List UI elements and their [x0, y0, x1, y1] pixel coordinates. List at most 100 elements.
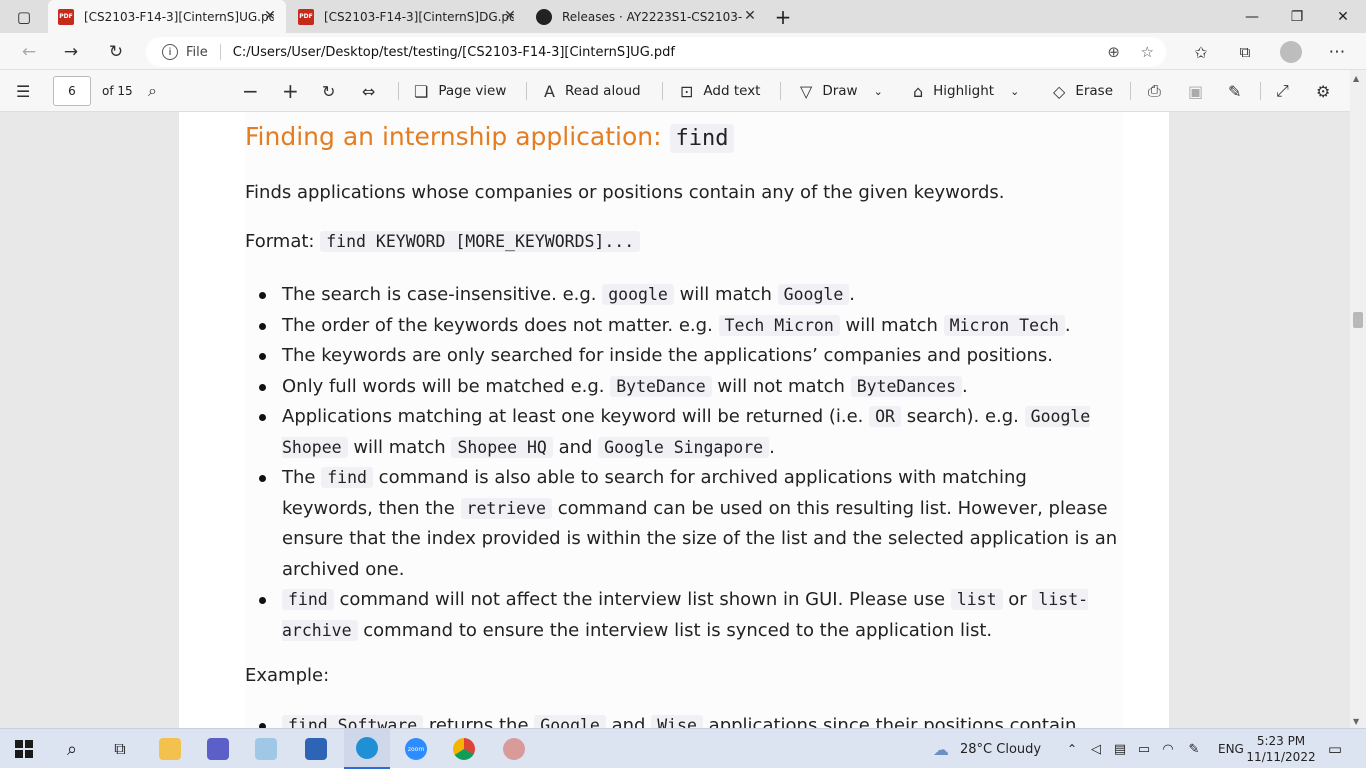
draw-button[interactable]: ▽ Draw ⌄ — [800, 70, 883, 112]
table-of-contents-icon[interactable]: ☰ — [16, 70, 40, 112]
back-button[interactable]: ← — [14, 37, 44, 67]
notification-icon[interactable]: ▭ — [1320, 729, 1350, 769]
list-item: Applications matching at least one keywo… — [245, 402, 1123, 463]
scroll-down-icon[interactable]: ▼ — [1353, 717, 1359, 726]
forward-button[interactable]: → — [56, 37, 86, 67]
example-list: find Software returns the Google and Wis… — [245, 711, 1123, 728]
chevron-down-icon[interactable]: ⌄ — [874, 85, 883, 98]
erase-button[interactable]: ◇ Erase — [1053, 70, 1113, 112]
zoom-in-icon[interactable]: + — [282, 70, 309, 112]
pen-icon[interactable]: ✎ — [1184, 729, 1204, 769]
edge-icon[interactable] — [344, 729, 390, 769]
tab-ug-pdf[interactable]: PDF [CS2103-F14-3][CinternS]UG.pdf ✕ — [48, 0, 286, 33]
zoom-icon[interactable]: ⊕ — [1107, 43, 1120, 61]
profile-avatar[interactable] — [1276, 37, 1306, 67]
info-icon[interactable]: i — [162, 44, 178, 60]
zoom-app-icon[interactable]: zoom — [394, 729, 438, 769]
minimize-button[interactable]: — — [1229, 0, 1275, 33]
more-menu-icon[interactable]: ⋯ — [1322, 37, 1352, 67]
list-item: The order of the keywords does not matte… — [245, 311, 1123, 342]
close-icon[interactable]: ✕ — [262, 8, 278, 24]
print-icon[interactable]: ⎙ — [1148, 70, 1171, 112]
add-text-icon: ⊡ — [680, 81, 694, 101]
eraser-icon: ◇ — [1053, 81, 1066, 101]
tab-dg-pdf[interactable]: PDF [CS2103-F14-3][CinternS]DG.pdf ✕ — [288, 0, 526, 33]
pdf-viewer[interactable]: Finding an internship application: find … — [0, 112, 1366, 728]
battery-icon[interactable]: ▭ — [1134, 729, 1154, 769]
maximize-button[interactable]: ❐ — [1274, 0, 1320, 33]
tab-title: Releases · AY2223S1-CS2103-F14 — [562, 9, 742, 24]
page-number-input[interactable]: 6 — [53, 76, 91, 106]
pdf-toolbar: ☰ 6 of 15 ⌕ − + ↻ ⇔ ❏ Page view A Read alo… — [0, 70, 1366, 112]
chevron-down-icon[interactable]: ⌄ — [1010, 85, 1019, 98]
add-text-button[interactable]: ⊡ Add text — [680, 70, 760, 112]
save-icon[interactable]: ▣ — [1188, 70, 1213, 112]
highlight-icon: ⌂ — [913, 81, 924, 101]
pdf-icon: PDF — [58, 8, 74, 25]
page-view-icon: ❏ — [414, 81, 429, 101]
address-bar[interactable]: i File C:/Users/User/Desktop/test/testin… — [146, 37, 1166, 67]
format-line: Format: find KEYWORD [MORE_KEYWORDS]... — [245, 231, 641, 252]
powershell-icon[interactable] — [296, 729, 336, 769]
display-icon[interactable]: ▤ — [1110, 729, 1130, 769]
teams-icon[interactable] — [198, 729, 238, 769]
windows-taskbar: ⌕ ⧉ zoom ☁ 28°C Cloudy ⌃ ◁ ▤ ▭ ◠ ✎ ENG 5… — [0, 728, 1366, 769]
speaker-icon[interactable]: ◁ — [1086, 729, 1106, 769]
list-item: find command will not affect the intervi… — [245, 585, 1123, 646]
close-window-button[interactable]: ✕ — [1320, 0, 1366, 33]
weather-text[interactable]: 28°C Cloudy — [960, 729, 1041, 769]
pdf-page: Finding an internship application: find … — [179, 112, 1169, 728]
draw-icon: ▽ — [800, 81, 813, 101]
bullet-list: The search is case-insensitive. e.g. goo… — [245, 280, 1123, 646]
task-view-icon[interactable]: ⧉ — [100, 729, 140, 769]
fullscreen-icon[interactable]: ⤢ — [1276, 70, 1299, 112]
file-explorer-icon[interactable] — [150, 729, 190, 769]
search-icon[interactable]: ⌕ — [148, 70, 167, 112]
tab-title: [CS2103-F14-3][CinternS]UG.pdf — [84, 9, 274, 24]
url-text[interactable]: C:/Users/User/Desktop/test/testing/[CS21… — [233, 45, 675, 60]
info-label: File — [186, 44, 208, 60]
intro-paragraph: Finds applications whose companies or po… — [245, 182, 1005, 203]
highlight-button[interactable]: ⌂ Highlight ⌄ — [913, 70, 1019, 112]
close-icon[interactable]: ✕ — [742, 8, 758, 24]
wifi-icon[interactable]: ◠ — [1158, 729, 1178, 769]
search-icon[interactable]: ⌕ — [52, 729, 92, 769]
chrome-icon[interactable] — [442, 729, 486, 769]
tab-releases[interactable]: Releases · AY2223S1-CS2103-F14 ✕ — [528, 0, 766, 33]
clock[interactable]: 5:23 PM 11/11/2022 — [1246, 729, 1315, 769]
fit-page-icon[interactable]: ⇔ — [362, 70, 385, 112]
list-item: Only full words will be matched e.g. Byt… — [245, 372, 1123, 403]
inline-code: find — [669, 124, 735, 153]
chevron-up-icon[interactable]: ⌃ — [1064, 729, 1080, 769]
windows-start-icon[interactable] — [4, 729, 44, 769]
scroll-up-icon[interactable]: ▲ — [1353, 74, 1359, 83]
tab-actions-icon[interactable]: ▢ — [4, 0, 44, 33]
page-content: Finding an internship application: find … — [245, 112, 1123, 728]
pdf-icon: PDF — [298, 8, 314, 25]
read-aloud-button[interactable]: A Read aloud — [544, 70, 641, 112]
save-as-icon[interactable]: ✎ — [1228, 70, 1251, 112]
new-tab-button[interactable]: + — [766, 0, 800, 33]
collections-icon[interactable]: ⧉ — [1230, 37, 1260, 67]
list-item: The search is case-insensitive. e.g. goo… — [245, 280, 1123, 311]
zoom-out-icon[interactable]: − — [242, 70, 269, 112]
favorites-icon[interactable]: ✩ — [1186, 37, 1216, 67]
example-label: Example: — [245, 665, 330, 686]
app-character-icon[interactable] — [492, 729, 536, 769]
rotate-icon[interactable]: ↻ — [322, 70, 345, 112]
settings-gear-icon[interactable]: ⚙ — [1316, 70, 1340, 112]
language-indicator[interactable]: ENG — [1218, 729, 1244, 769]
clock-time: 5:23 PM — [1256, 734, 1306, 748]
scrollbar-thumb[interactable] — [1353, 312, 1363, 328]
notepad-icon[interactable] — [246, 729, 286, 769]
read-aloud-icon: A — [544, 81, 555, 101]
github-icon — [536, 8, 552, 25]
page-view-button[interactable]: ❏ Page view — [414, 70, 506, 112]
list-item: find Software returns the Google and Wis… — [245, 711, 1123, 728]
add-favorite-icon[interactable]: ☆ — [1141, 43, 1154, 61]
close-icon[interactable]: ✕ — [502, 8, 518, 24]
page-total: of 15 — [102, 84, 133, 98]
clock-date: 11/11/2022 — [1246, 750, 1316, 764]
vertical-scrollbar[interactable]: ▲ ▼ — [1350, 70, 1366, 728]
refresh-icon[interactable]: ↻ — [101, 37, 131, 67]
